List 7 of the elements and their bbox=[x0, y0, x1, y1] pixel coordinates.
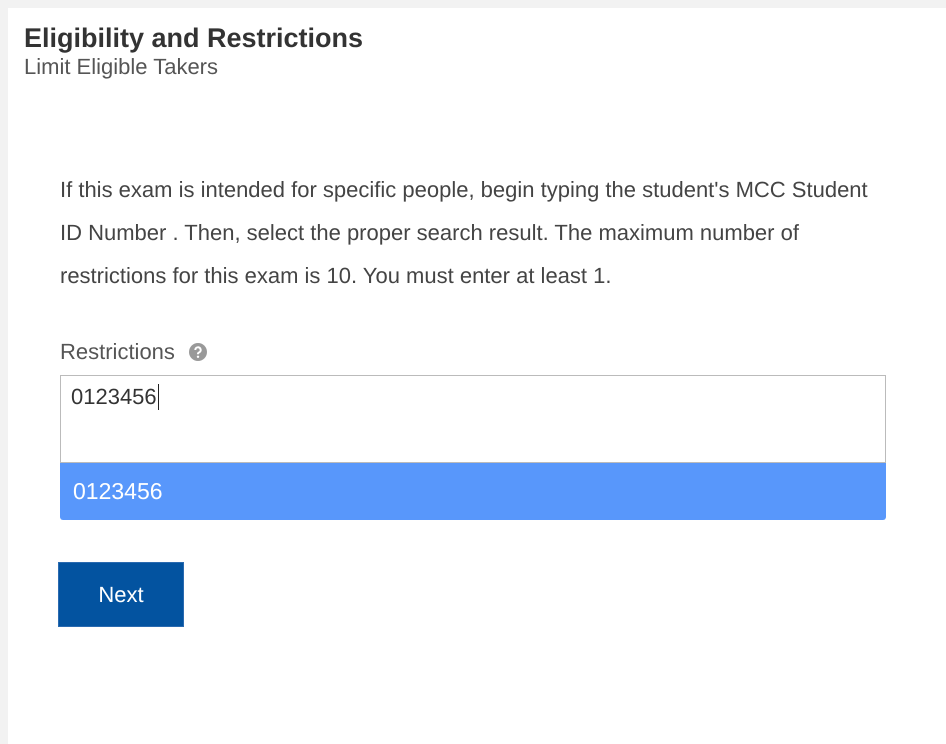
page-title: Eligibility and Restrictions bbox=[24, 22, 364, 54]
field-label: Restrictions bbox=[60, 339, 175, 365]
help-icon[interactable] bbox=[188, 343, 207, 361]
instructions-text: If this exam is intended for specific people, begin typing the student's MCC Student ID Number . Then, select the proper search result. The maximum number of restrictions for this exam is 10. You must enter at least 1. bbox=[60, 176, 869, 290]
page-subtitle: Limit Eligible Takers bbox=[24, 54, 220, 80]
restrictions-field[interactable]: 0123456 bbox=[60, 375, 886, 463]
next-button[interactable]: Next bbox=[58, 562, 184, 627]
